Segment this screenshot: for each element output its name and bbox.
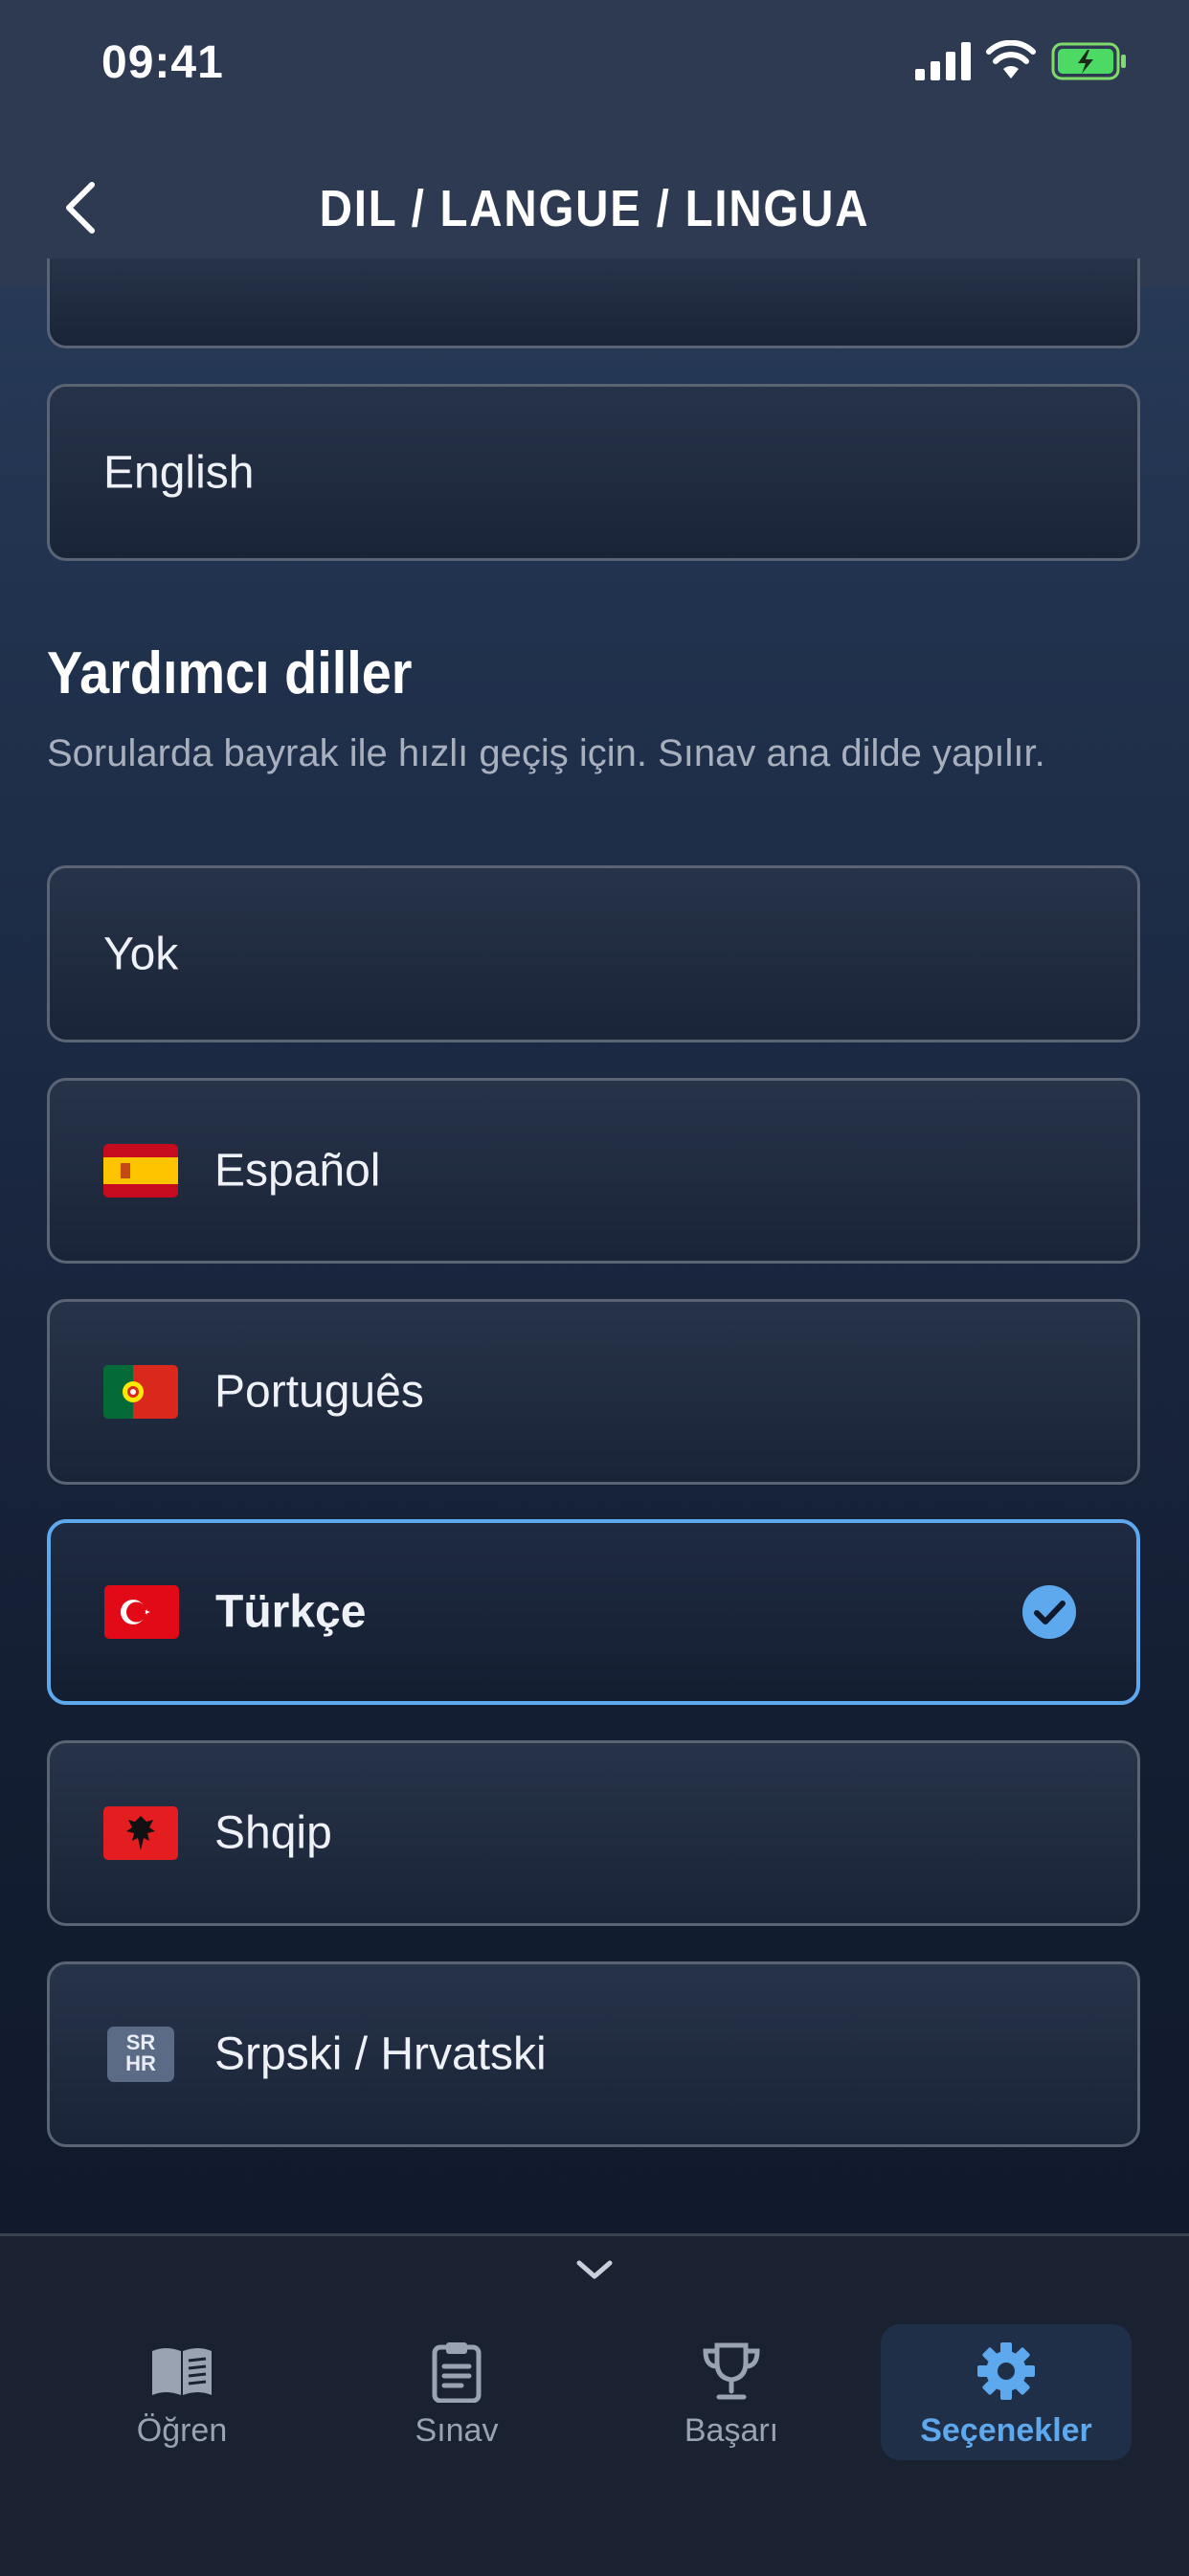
portugal-flag-icon [103,1365,178,1419]
book-icon [152,2348,212,2395]
aux-option-portuguese[interactable]: Português [47,1299,1140,1485]
spain-flag-icon [103,1144,178,1198]
status-bar: 09:41 [0,0,1189,129]
language-label: Türkçe [215,1586,367,1638]
tab-options[interactable]: Seçenekler [881,2324,1132,2460]
language-label: Shqip [214,1807,332,1859]
turkey-flag-icon [104,1585,179,1639]
wifi-icon [986,40,1036,78]
language-label: Español [214,1145,381,1197]
language-label: Português [214,1366,424,1418]
language-label: Srpski / Hrvatski [214,2028,547,2080]
tab-label: Sınav [415,2412,499,2449]
tab-achievements[interactable]: Başarı [606,2324,857,2460]
page-title: DIL / LANGUE / LINGUA [319,180,870,237]
trophy-icon [703,2342,760,2400]
aux-languages-description: Sorularda bayrak ile hızlı geçiş için. S… [47,732,1045,774]
language-option-english[interactable]: English [47,384,1140,561]
tab-learn[interactable]: Öğren [56,2324,307,2460]
aux-option-spanish[interactable]: Español [47,1078,1140,1264]
chevron-down-icon[interactable] [573,2257,616,2284]
gear-icon [977,2342,1035,2400]
battery-charging-icon [1051,42,1126,80]
aux-option-serbo-croatian[interactable]: SR HR Srpski / Hrvatski [47,1961,1140,2147]
aux-option-albanian[interactable]: Shqip [47,1740,1140,1926]
cellular-signal-icon [915,42,971,80]
aux-languages-title: Yardımcı diller [47,640,413,706]
tab-bar: Öğren Sınav Başarı Seçenekler [0,2233,1189,2576]
aux-option-turkish[interactable]: Türkçe [47,1519,1140,1705]
language-option-partial[interactable] [47,258,1140,348]
language-label: English [103,447,255,498]
status-time: 09:41 [101,37,224,88]
tab-label: Öğren [136,2412,228,2449]
sr-hr-badge-icon: SR HR [107,2027,174,2082]
checkmark-icon [1022,1585,1076,1639]
tab-label: Seçenekler [920,2412,1092,2449]
albania-flag-icon [103,1806,178,1860]
aux-option-none[interactable]: Yok [47,865,1140,1042]
clipboard-icon [432,2342,482,2403]
badge-bottom-text: HR [125,2051,156,2075]
language-label: Yok [103,929,179,979]
tab-exam[interactable]: Sınav [331,2324,582,2460]
badge-top-text: SR [125,2030,156,2054]
tab-label: Başarı [684,2412,779,2449]
